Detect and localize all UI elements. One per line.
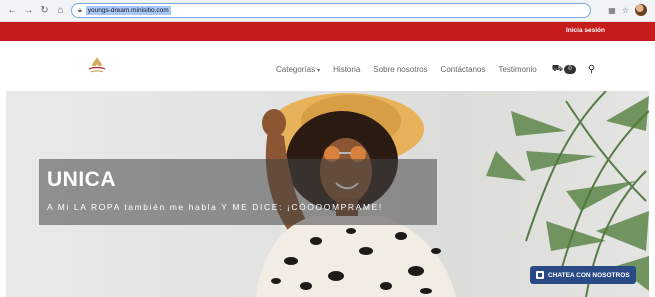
hero-caption: UNICA A Mi LA ROPA también me habla Y ME… — [39, 159, 437, 225]
cart-icon: ⛟ — [551, 63, 564, 73]
search-icon[interactable]: ⚲ — [588, 64, 595, 75]
top-bar: Inicia sesión — [0, 22, 655, 41]
back-arrow-icon[interactable]: ← — [6, 4, 19, 17]
cart-count-badge: 0 — [564, 64, 577, 74]
home-icon[interactable]: ⌂ — [54, 4, 67, 17]
browser-toolbar: ← → ↻ ⌂ 🔒︎ youngs-dream.minisitio.com ▦ … — [0, 0, 655, 22]
hero-subtitle: A Mi LA ROPA también me habla Y ME DICE:… — [47, 202, 383, 212]
site-logo[interactable] — [84, 55, 110, 77]
reload-icon[interactable]: ↻ — [38, 4, 51, 17]
chat-button-label: CHATEA CON NOSOTROS — [548, 271, 630, 279]
nav-item-categorias[interactable]: Categorías ▾ — [276, 65, 320, 74]
profile-avatar[interactable] — [635, 4, 647, 16]
nav-item-sobre-nosotros[interactable]: Sobre nosotros — [373, 65, 427, 74]
browser-actions: ▦ ☆ — [608, 4, 647, 16]
forward-arrow-icon[interactable]: → — [22, 4, 35, 17]
address-url[interactable]: youngs-dream.minisitio.com — [85, 6, 171, 15]
star-icon[interactable]: ☆ — [622, 6, 629, 15]
nav-item-historia[interactable]: Historia — [333, 65, 360, 74]
nav-item-label: Categorías — [276, 64, 316, 74]
login-link[interactable]: Inicia sesión — [566, 27, 605, 34]
nav-item-contactanos[interactable]: Contáctanos — [441, 65, 486, 74]
site-header: Categorías ▾ Historia Sobre nosotros Cont… — [0, 41, 655, 91]
address-bar[interactable]: 🔒︎ youngs-dream.minisitio.com — [71, 3, 591, 18]
lock-icon: 🔒︎ — [78, 6, 82, 14]
nav-item-testimonio[interactable]: Testimonio — [498, 65, 536, 74]
chevron-down-icon: ▾ — [317, 67, 321, 74]
hero-title: UNICA — [47, 168, 116, 191]
qr-icon[interactable]: ▦ — [608, 6, 616, 15]
chat-icon — [536, 271, 544, 279]
chat-button[interactable]: CHATEA CON NOSOTROS — [530, 266, 636, 284]
hero-banner: UNICA A Mi LA ROPA también me habla Y ME… — [6, 91, 649, 297]
cart-button[interactable]: ⛟ 0 — [551, 63, 577, 75]
main-nav: Categorías ▾ Historia Sobre nosotros Cont… — [276, 63, 595, 75]
